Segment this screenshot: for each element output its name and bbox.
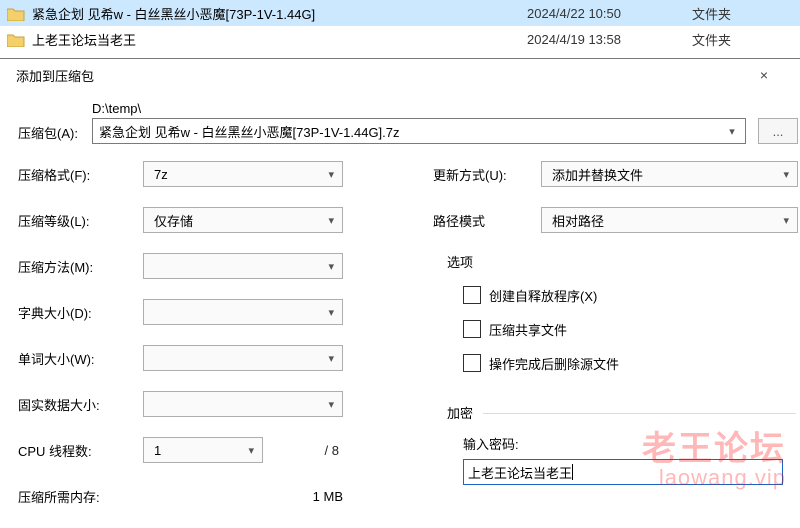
dict-label: 字典大小(D):	[18, 303, 143, 322]
format-label: 压缩格式(F):	[18, 165, 143, 184]
chevron-down-icon: ▾	[783, 168, 789, 181]
encrypt-group-label: 加密	[447, 403, 483, 422]
browse-button[interactable]: ...	[758, 118, 798, 144]
dialog-title: 添加到压缩包	[16, 66, 94, 85]
dialog-titlebar: 添加到压缩包 ×	[0, 59, 800, 91]
archive-path-value: 紧急企划 见希w - 白丝黑丝小恶魔[73P-1V-1.44G].7z	[99, 122, 725, 141]
password-input[interactable]: 上老王论坛当老王	[463, 459, 783, 485]
ellipsis-icon: ...	[773, 124, 784, 139]
file-type: 文件夹	[692, 4, 731, 23]
ram-label: 压缩所需内存:	[18, 487, 143, 506]
archive-dir: D:\temp\	[92, 101, 798, 116]
word-dropdown[interactable]: ▾	[143, 345, 343, 371]
file-date: 2024/4/22 10:50	[527, 6, 692, 21]
pathmode-dropdown[interactable]: 相对路径 ▾	[541, 207, 798, 233]
cpu-label: CPU 线程数:	[18, 441, 143, 460]
chevron-down-icon: ▾	[248, 444, 254, 457]
archive-combo[interactable]: 紧急企划 见希w - 白丝黑丝小恶魔[73P-1V-1.44G].7z ▾	[92, 118, 746, 144]
chevron-down-icon: ▾	[328, 214, 334, 227]
file-type: 文件夹	[692, 30, 731, 49]
enter-password-label: 输入密码:	[463, 434, 796, 453]
cpu-dropdown[interactable]: 1 ▾	[143, 437, 263, 463]
chevron-down-icon: ▾	[328, 398, 334, 411]
file-explorer-rows: 紧急企划 见希w - 白丝黑丝小恶魔[73P-1V-1.44G] 2024/4/…	[0, 0, 800, 52]
ram-value: 1 MB	[143, 489, 343, 504]
update-dropdown[interactable]: 添加并替换文件 ▾	[541, 161, 798, 187]
file-date: 2024/4/19 13:58	[527, 32, 692, 47]
solid-label: 固实数据大小:	[18, 395, 143, 414]
level-dropdown[interactable]: 仅存储 ▾	[143, 207, 343, 233]
password-value: 上老王论坛当老王	[468, 463, 572, 482]
folder-icon	[6, 3, 26, 23]
options-group-label: 选项	[447, 252, 798, 271]
checkbox-icon[interactable]	[463, 320, 481, 338]
file-row[interactable]: 紧急企划 见希w - 白丝黑丝小恶魔[73P-1V-1.44G] 2024/4/…	[0, 0, 800, 26]
file-name: 紧急企划 见希w - 白丝黑丝小恶魔[73P-1V-1.44G]	[32, 4, 527, 23]
close-icon[interactable]: ×	[744, 67, 784, 83]
method-label: 压缩方法(M):	[18, 257, 143, 276]
level-label: 压缩等级(L):	[18, 211, 143, 230]
chevron-down-icon: ▾	[328, 352, 334, 365]
checkbox-icon[interactable]	[463, 354, 481, 372]
solid-dropdown[interactable]: ▾	[143, 391, 343, 417]
archive-label: 压缩包(A):	[18, 101, 92, 142]
folder-icon	[6, 29, 26, 49]
file-row[interactable]: 上老王论坛当老王 2024/4/19 13:58 文件夹	[0, 26, 800, 52]
add-to-archive-dialog: 添加到压缩包 × 压缩包(A): D:\temp\ 紧急企划 见希w - 白丝黑…	[0, 58, 800, 528]
update-label: 更新方式(U):	[433, 165, 541, 184]
chevron-down-icon: ▾	[783, 214, 789, 227]
format-dropdown[interactable]: 7z ▾	[143, 161, 343, 187]
pathmode-label: 路径模式	[433, 211, 541, 230]
cpu-max: / 8	[279, 443, 339, 458]
chevron-down-icon: ▾	[725, 125, 739, 138]
text-cursor	[572, 464, 573, 480]
checkbox-icon[interactable]	[463, 286, 481, 304]
word-label: 单词大小(W):	[18, 349, 143, 368]
method-dropdown[interactable]: ▾	[143, 253, 343, 279]
chevron-down-icon: ▾	[328, 306, 334, 319]
dict-dropdown[interactable]: ▾	[143, 299, 343, 325]
chevron-down-icon: ▾	[328, 260, 334, 273]
file-name: 上老王论坛当老王	[32, 30, 527, 49]
delete-checkbox-row[interactable]: 操作完成后删除源文件	[463, 349, 798, 377]
chevron-down-icon: ▾	[328, 168, 334, 181]
sfx-checkbox-row[interactable]: 创建自释放程序(X)	[463, 281, 798, 309]
shared-checkbox-row[interactable]: 压缩共享文件	[463, 315, 798, 343]
divider	[483, 413, 796, 414]
